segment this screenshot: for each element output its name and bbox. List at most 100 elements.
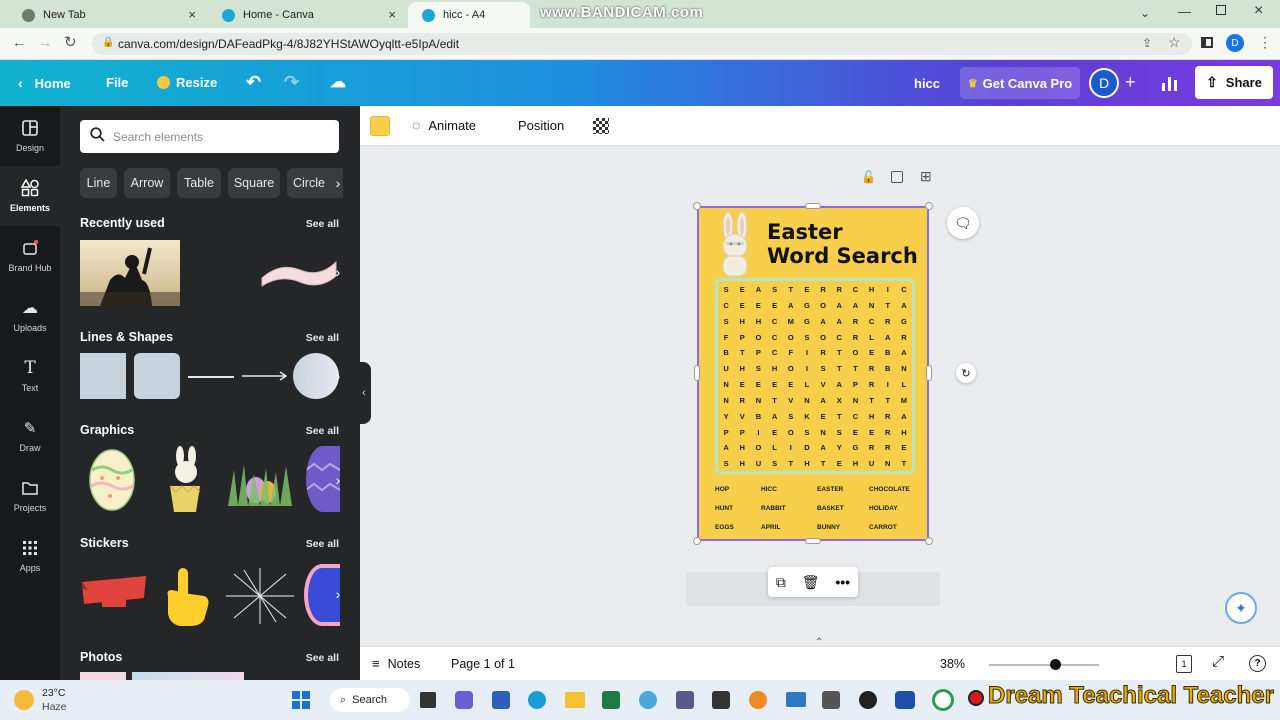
animate-button[interactable]: ◌ Animate [412, 117, 476, 133]
shape-arrow[interactable] [242, 369, 288, 383]
title-line-1[interactable]: Easter [767, 220, 843, 244]
magic-assistant-icon[interactable]: ✦ [1225, 592, 1257, 624]
page-indicator[interactable]: Page 1 of 1 [451, 657, 515, 671]
sticker-hand[interactable] [160, 566, 212, 626]
photo-thumbnail[interactable] [80, 672, 126, 680]
design-page[interactable]: Easter Word Search SEASTERRCHICCEEEAGOAA… [697, 206, 929, 541]
resize-handle[interactable] [694, 365, 700, 381]
notes-button[interactable]: ≡ Notes [372, 656, 420, 671]
forward-icon[interactable]: → [38, 34, 52, 50]
share-page-icon[interactable]: ⇪ [1142, 36, 1152, 50]
see-all-recent[interactable]: See all [306, 218, 339, 230]
color-swatch[interactable] [370, 116, 390, 136]
task-view-icon[interactable] [420, 692, 436, 708]
user-avatar[interactable]: D [1089, 68, 1119, 98]
fullscreen-icon[interactable]: ⤢ [1212, 653, 1224, 670]
shape-rounded-square[interactable] [134, 353, 180, 399]
pages-view-button[interactable]: 1 [1176, 655, 1192, 673]
graphic-grass-eggs[interactable] [228, 456, 292, 506]
tab-hicc[interactable]: hicc - A4 [408, 2, 530, 28]
close-icon[interactable]: × [188, 7, 196, 22]
see-all-photos[interactable]: See all [306, 652, 339, 664]
temperature[interactable]: 23°C [42, 687, 65, 699]
lock-icon[interactable]: 🔓 [861, 170, 876, 184]
add-member-icon[interactable]: + [1125, 72, 1136, 93]
zoom-slider[interactable] [989, 664, 1099, 666]
nav-draw[interactable]: ✎ Draw [0, 406, 60, 466]
help-icon[interactable]: ? [1249, 655, 1266, 672]
undo-icon[interactable]: ↶ [246, 72, 261, 93]
shape-square[interactable] [80, 353, 126, 399]
excel-icon[interactable] [602, 691, 620, 709]
nav-projects[interactable]: Projects [0, 466, 60, 526]
menu-icon[interactable]: ⋮ [1258, 34, 1272, 51]
cloud-save-icon[interactable]: ☁ [330, 72, 346, 92]
sticker-valentines-banner[interactable] [80, 568, 146, 612]
resize-handle[interactable] [805, 203, 821, 209]
resize-handle[interactable] [805, 538, 821, 544]
shape-line[interactable] [188, 376, 234, 378]
photo-thumbnail[interactable] [132, 672, 244, 680]
chip-square[interactable]: Square [228, 168, 280, 198]
app-icon[interactable] [712, 691, 730, 709]
close-window-icon[interactable]: × [1254, 2, 1263, 20]
zoom-level[interactable]: 38% [940, 657, 965, 671]
maximize-icon[interactable] [1216, 5, 1226, 15]
chevron-right-icon[interactable]: › [328, 358, 348, 394]
mail-icon[interactable] [786, 692, 806, 707]
back-icon[interactable]: ← [12, 34, 26, 50]
chip-arrow[interactable]: Arrow [124, 168, 170, 198]
teams-icon[interactable] [455, 691, 473, 709]
document-title[interactable]: hicc [914, 76, 940, 91]
resize-handle[interactable] [925, 202, 933, 210]
duplicate-icon[interactable]: ⧉ [776, 574, 786, 591]
chip-table[interactable]: Table [177, 168, 221, 198]
reload-icon[interactable]: ↻ [64, 33, 77, 51]
file-explorer-icon[interactable] [565, 692, 585, 708]
app-icon[interactable] [676, 691, 694, 709]
browser-icon[interactable] [639, 691, 657, 709]
file-menu-button[interactable]: File [106, 75, 128, 90]
add-page-icon[interactable]: ⊞ [920, 168, 932, 185]
nav-apps[interactable]: Apps [0, 526, 60, 586]
resize-handle[interactable] [925, 537, 933, 545]
recent-ribbon-graphic[interactable] [260, 256, 338, 290]
collapse-panel-handle[interactable]: ‹ [357, 362, 371, 424]
see-all-lines[interactable]: See all [306, 332, 339, 344]
more-icon[interactable]: ••• [835, 574, 850, 590]
title-line-2[interactable]: Word Search [767, 244, 918, 268]
get-canva-pro-button[interactable]: ♛ Get Canva Pro [960, 67, 1080, 99]
nav-text[interactable]: T Text [0, 346, 60, 406]
resize-handle[interactable] [693, 202, 701, 210]
vertical-scrollbar[interactable] [1266, 150, 1276, 646]
share-button[interactable]: ⇧ Share [1195, 66, 1273, 99]
nav-uploads[interactable]: ☁ Uploads [0, 286, 60, 346]
app-icon[interactable] [749, 691, 767, 709]
chevron-down-icon[interactable]: ⌄ [1140, 6, 1150, 20]
word-search-grid[interactable]: SEASTERRCHICCEEEAGOAANTASHHCMGAARCRGFPOC… [715, 278, 915, 474]
zoom-slider-handle[interactable] [1049, 659, 1061, 670]
redo-icon[interactable]: ↷ [284, 72, 299, 93]
graphic-bunny-in-egg[interactable] [160, 446, 210, 514]
sticker-starburst[interactable] [226, 568, 294, 624]
windows-start-icon[interactable] [292, 691, 310, 709]
nav-elements[interactable]: Elements [0, 166, 60, 226]
see-all-stickers[interactable]: See all [306, 538, 339, 550]
resize-handle[interactable] [926, 365, 932, 381]
transparency-icon[interactable] [593, 118, 609, 134]
chevron-right-icon[interactable]: › [328, 576, 348, 612]
home-button[interactable]: ‹ Home [18, 75, 71, 91]
minimize-icon[interactable]: — [1178, 4, 1191, 19]
trash-icon[interactable]: 🗑 [802, 574, 820, 591]
search-input[interactable]: Search elements [80, 120, 339, 153]
comment-icon[interactable]: 🗨 [947, 207, 979, 239]
app-icon[interactable] [859, 691, 877, 709]
graphic-easter-egg[interactable] [88, 446, 136, 512]
chip-line[interactable]: Line [80, 168, 117, 198]
nav-brand-hub[interactable]: Brand Hub [0, 226, 60, 286]
resize-button[interactable]: Resize [157, 75, 217, 90]
recent-photo-silhouette[interactable] [80, 240, 180, 306]
see-all-graphics[interactable]: See all [306, 425, 339, 437]
sidebar-icon[interactable] [1201, 37, 1213, 48]
analytics-icon[interactable] [1162, 73, 1180, 91]
